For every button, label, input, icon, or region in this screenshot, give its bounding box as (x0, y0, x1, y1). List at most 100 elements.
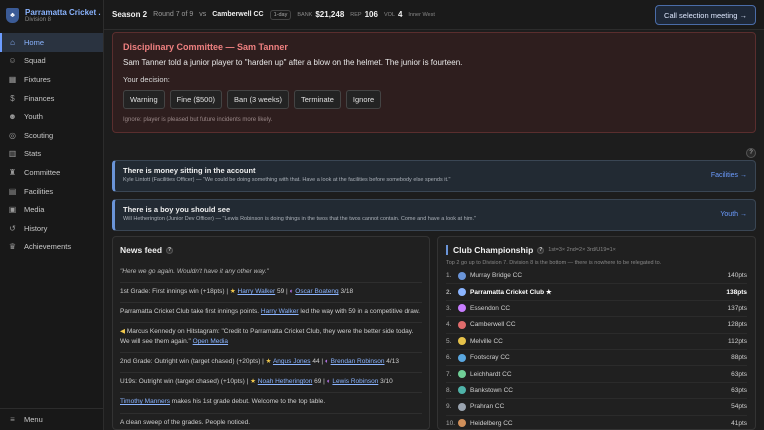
alert-title: There is a boy you should see (123, 205, 231, 214)
player-link[interactable]: Harry Walker (238, 288, 276, 295)
decision-option-button[interactable]: Terminate (293, 90, 341, 109)
calendar-icon: ▦ (8, 74, 17, 84)
sidebar-item-facilities[interactable]: ▤ Facilities (0, 182, 103, 201)
standings-points: 112pts (727, 337, 747, 345)
decision-option-button[interactable]: Ban (3 weeks) (227, 90, 289, 109)
standings-row[interactable]: 7. Leichhardt CC 63pts (446, 366, 747, 383)
news-text: Parramatta Cricket Club take first innin… (120, 308, 261, 316)
club-badge-icon (458, 419, 466, 428)
player-link[interactable]: Angus Jones (273, 358, 311, 365)
standings-row[interactable]: 10. Heidelberg CC 41pts (446, 416, 747, 429)
sidebar-item-finances[interactable]: $ Finances (0, 89, 103, 108)
stats-icon: ▥ (8, 149, 17, 159)
club-badge-icon (458, 288, 466, 297)
news-text: makes his 1st grade debut. Welcome to th… (169, 398, 326, 406)
standings-row[interactable]: 6. Footscray CC 88pts (446, 350, 747, 367)
open-media-link[interactable]: Open Media (193, 338, 228, 345)
news-text: 4/13 (384, 358, 399, 366)
news-text: 3/18 (338, 288, 354, 296)
standings-row[interactable]: 3. Essendon CC 137pts (446, 301, 747, 318)
bank-value: $21,248 (315, 10, 345, 19)
decision-option-button[interactable]: Warning (123, 90, 165, 109)
player-link[interactable]: Oscar Boateng (295, 288, 338, 295)
sidebar-item-fixtures[interactable]: ▦ Fixtures (0, 70, 103, 89)
decision-options: Warning Fine ($500) Ban (3 weeks) Terminate… (123, 90, 745, 109)
news-item: 1st Grade: First innings win (+18pts) | … (120, 283, 422, 304)
call-selection-meeting-button[interactable]: Call selection meeting → (655, 5, 756, 25)
news-item: "Here we go again. Wouldn't have it any … (120, 263, 422, 284)
club-badge-icon (458, 271, 466, 280)
standings-table: 1. Murray Bridge CC 140pts 2. Parramatta Cri… (446, 268, 747, 429)
player-link[interactable]: Harry Walker (261, 308, 299, 315)
youth-icon: ☻ (8, 112, 17, 122)
facilities-link[interactable]: Facilities → (711, 172, 747, 179)
main-content: Disciplinary Committee — Sam Tanner Sam … (104, 30, 764, 430)
news-text: led the way with 59 in a competitive dra… (298, 308, 420, 316)
rep-value: 106 (364, 10, 378, 19)
standings-club-name: Bankstown CC (470, 386, 513, 394)
decision-option-button[interactable]: Ignore (345, 90, 382, 109)
star-icon: ★ (250, 378, 258, 386)
money-icon: $ (10, 93, 15, 103)
standings-row[interactable]: 2. Parramatta Cricket Club ★ 138pts (446, 284, 747, 301)
standings-row[interactable]: 1. Murray Bridge CC 140pts (446, 268, 747, 285)
sidebar-item-scouting[interactable]: ◎ Scouting (0, 126, 103, 145)
binoculars-icon: ◎ (9, 130, 16, 140)
player-link[interactable]: Lewis Robinson (332, 378, 378, 385)
megaphone-icon: ◀ (120, 328, 127, 336)
club-badge-icon (458, 320, 466, 329)
vs-label: vs (199, 11, 207, 18)
news-text: 3/10 (378, 378, 393, 386)
standings-row[interactable]: 4. Camberwell CC 128pts (446, 317, 747, 334)
sidebar-item-history[interactable]: ↺ History (0, 219, 103, 238)
sidebar-item-label: Media (24, 205, 45, 215)
sidebar-item-youth[interactable]: ☻ Youth (0, 107, 103, 126)
championship-title: Club Championship ? 1st=3× 2nd=2× 3rd/U1… (446, 245, 747, 255)
youth-link[interactable]: Youth → (720, 211, 747, 218)
sidebar-item-squad[interactable]: ☺ Squad (0, 52, 103, 71)
player-link[interactable]: Brendan Robinson (331, 358, 385, 365)
star-icon: ★ (265, 358, 273, 366)
standings-row[interactable]: 8. Bankstown CC 63pts (446, 383, 747, 400)
club-badge-icon (458, 402, 466, 411)
championship-label: Club Championship (453, 245, 534, 255)
bank-label: BANK (297, 11, 313, 18)
player-link[interactable]: Timothy Manners (120, 398, 170, 405)
media-icon: ▣ (8, 205, 17, 215)
standings-club-name: Essendon CC (470, 304, 511, 312)
help-icon[interactable]: ? (746, 148, 756, 158)
help-icon[interactable]: ? (537, 246, 545, 254)
vol-value: 4 (397, 10, 403, 19)
club-header[interactable]: ♣ Parramatta Cricket ... Division 8 (0, 0, 103, 30)
top-bar: Season 2 Round 7 of 9 vs Camberwell CC 1… (104, 0, 764, 30)
disciplinary-text: Sam Tanner told a junior player to "hard… (123, 58, 463, 67)
club-name: Parramatta Cricket ... (25, 7, 101, 17)
news-feed-label: News feed (120, 245, 163, 255)
sidebar-item-media[interactable]: ▣ Media (0, 200, 103, 219)
committee-icon: ♜ (8, 167, 17, 177)
standings-row[interactable]: 5. Melville CC 112pts (446, 334, 747, 350)
help-icon[interactable]: ? (166, 246, 174, 254)
standings-club-name: Leichhardt CC (470, 370, 512, 378)
news-text: "Here we go again. Wouldn't have it any … (120, 268, 269, 275)
sidebar-item-home[interactable]: ⌂ Home (0, 33, 103, 52)
vol-label: VOL (383, 11, 395, 18)
standings-position: 1. (446, 272, 452, 280)
standings-points: 41pts (731, 419, 747, 427)
sidebar-item-label: Achievements (24, 242, 72, 252)
sidebar-item-stats[interactable]: ▥ Stats (0, 145, 103, 164)
standings-position: 7. (446, 370, 452, 378)
championship-panel: Club Championship ? 1st=3× 2nd=2× 3rd/U1… (437, 236, 756, 430)
disciplinary-panel: Disciplinary Committee — Sam Tanner Sam … (112, 32, 756, 133)
alert-youth: There is a boy you should see Will Hethe… (112, 199, 756, 231)
menu-button[interactable]: ≡ Menu (0, 408, 104, 430)
player-link[interactable]: Noah Hetherington (258, 378, 313, 385)
decision-option-button[interactable]: Fine ($500) (169, 90, 223, 109)
disciplinary-title: Disciplinary Committee — Sam Tanner (123, 42, 288, 52)
app: ♣ Parramatta Cricket ... Division 8 ⌂ Hom… (0, 0, 764, 430)
sidebar-item-committee[interactable]: ♜ Committee (0, 163, 103, 182)
standings-club-name: Melville CC (470, 337, 503, 345)
sidebar-item-label: Fixtures (24, 74, 51, 84)
standings-row[interactable]: 9. Prahran CC 54pts (446, 399, 747, 416)
sidebar-item-achievements[interactable]: ♛ Achievements (0, 238, 103, 257)
